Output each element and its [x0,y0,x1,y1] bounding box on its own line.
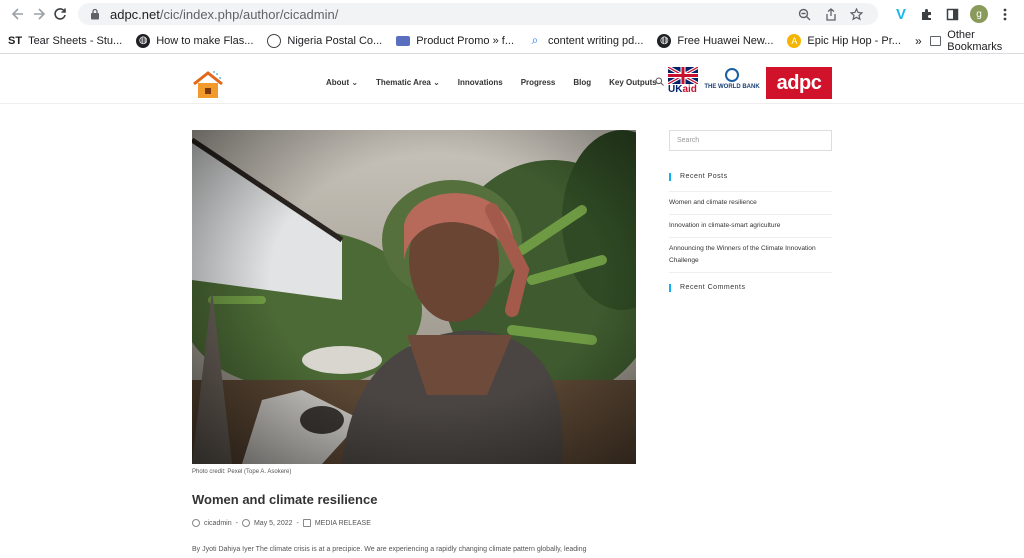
world-bank-text: THE WORLD BANK [704,84,760,90]
bookmark-label: Tear Sheets - Stu... [28,34,123,47]
world-bank-globe-icon [725,68,739,82]
post-meta: cicadmin - May 5, 2022 - MEDIA RELEASE [192,519,371,527]
reload-button[interactable] [51,2,70,26]
globe-icon: ◍ [657,33,672,48]
sidebar-search-input[interactable]: Search [669,130,832,151]
recent-posts-list: Women and climate resilience Innovation … [669,191,832,273]
ukaid-logo: UKaid [668,67,698,99]
lock-icon[interactable] [88,7,102,21]
menu-kebab-icon[interactable] [994,3,1016,25]
recent-post-link[interactable]: Announcing the Winners of the Climate In… [669,237,832,273]
bookmark-item[interactable]: ⌕ content writing pd... [528,33,644,48]
back-button[interactable] [8,2,27,26]
folder-icon [929,35,942,46]
other-bookmarks-folder[interactable]: Other Bookmarks [929,28,1016,53]
ukaid-aid: aid [682,84,697,95]
profile-initial: g [969,5,988,23]
post-author[interactable]: cicadmin [204,520,232,527]
browser-toolbar: adpc.net/cic/index.php/author/cicadmin/ … [0,0,1024,28]
st-icon: ST [8,34,23,47]
recent-post-link[interactable]: Innovation in climate-smart agriculture [669,214,832,237]
bookmark-label: Product Promo » f... [416,34,515,47]
bookmark-star-icon[interactable] [846,4,868,24]
nav-innovations[interactable]: Innovations [458,78,503,87]
bookmark-item[interactable]: ST Tear Sheets - Stu... [8,34,122,48]
adpc-logo: adpc [766,67,832,99]
extensions-puzzle-icon[interactable] [916,3,938,25]
globe-icon: ◍ [136,33,151,48]
bookmarks-bar: ST Tear Sheets - Stu... ◍ How to make Flas… [0,28,1024,54]
url-path: /cic/index.php/author/cicadmin/ [159,6,339,22]
url-text[interactable]: adpc.net/cic/index.php/author/cicadmin/ [110,7,790,22]
nav-thematic-area[interactable]: Thematic Area ⌄ [376,78,440,87]
image-caption: Photo credit: Pexel (Tope A. Asokere) [192,469,292,475]
bookmark-label: Free Huawei New... [677,34,774,47]
site-logo[interactable] [192,70,224,100]
profile-avatar[interactable]: g [968,3,990,25]
epic-icon: A [787,33,802,48]
featured-image[interactable] [192,130,636,464]
nav-about[interactable]: About ⌄ [326,78,358,87]
bookmark-label: How to make Flas... [156,34,254,47]
union-jack-icon [668,67,698,84]
other-bookmarks-label: Other Bookmarks [947,28,1003,53]
recent-comments-heading: Recent Comments [669,284,745,292]
zoom-icon[interactable] [794,4,816,24]
nav-progress[interactable]: Progress [521,78,556,87]
side-panel-icon[interactable] [942,3,964,25]
world-bank-logo: THE WORLD BANK [703,68,761,100]
recent-posts-heading: Recent Posts [669,173,728,181]
bookmark-item[interactable]: Product Promo » f... [396,35,514,47]
ukaid-uk: UK [668,84,683,95]
bookmarks-overflow-button[interactable]: » [915,34,922,48]
post-date: May 5, 2022 [253,519,293,527]
clock-icon [241,519,250,527]
post-category[interactable]: MEDIA RELEASE [315,520,371,527]
url-host: adpc.net [109,6,160,22]
bookmark-label: Nigeria Postal Co... [287,34,383,47]
post-title[interactable]: Women and climate resilience [192,492,377,507]
postal-icon [267,33,282,48]
bookmark-item[interactable]: A Epic Hip Hop - Pr... [787,33,901,48]
bookmark-label: content writing pd... [548,34,644,47]
bookmark-item[interactable]: Nigeria Postal Co... [267,33,383,48]
bookmark-item[interactable]: ◍ How to make Flas... [136,33,254,48]
post-excerpt: By Jyoti Dahiya Iyer The climate crisis … [192,546,587,553]
bookmark-label: Epic Hip Hop - Pr... [807,34,901,47]
recent-post-link[interactable]: Women and climate resilience [669,191,832,214]
address-bar[interactable]: adpc.net/cic/index.php/author/cicadmin/ [77,3,878,25]
header-search-icon[interactable] [655,77,664,89]
main-navigation: About ⌄ Thematic Area ⌄ Innovations Prog… [326,78,675,87]
folder-icon [302,519,311,527]
product-promo-icon [396,35,411,46]
nav-key-outputs[interactable]: Key Outputs [609,78,657,87]
vimeo-extension-icon[interactable]: V [890,3,912,25]
search-icon: ⌕ [531,33,539,47]
author-icon [192,519,200,527]
nav-blog[interactable]: Blog [573,78,591,87]
share-icon[interactable] [820,4,842,24]
bookmark-item[interactable]: ◍ Free Huawei New... [657,33,774,48]
forward-button[interactable] [29,2,48,26]
